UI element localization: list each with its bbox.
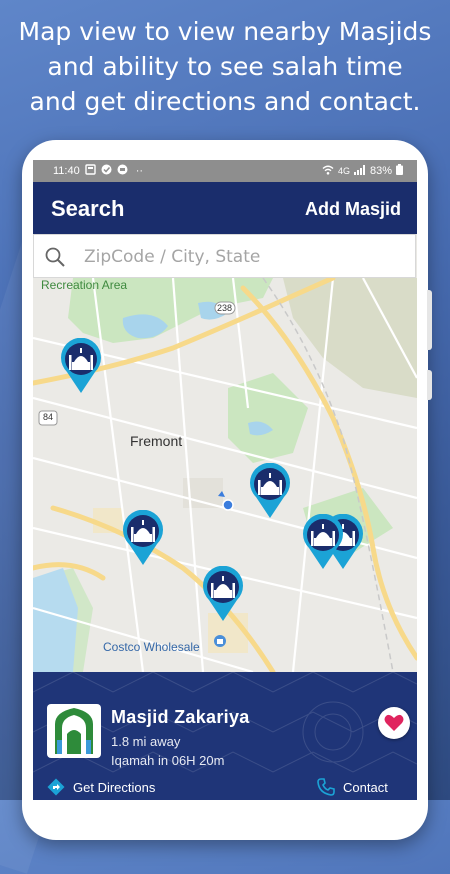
masjid-pin[interactable] — [59, 337, 103, 394]
promo-headline: Map view to view nearby Masjids and abil… — [0, 14, 450, 119]
route-84-label: 84 — [43, 412, 54, 422]
contact-button[interactable]: Contact — [317, 778, 388, 796]
headline-line-1: Map view to view nearby Masjids — [18, 17, 432, 46]
phone-side-button — [427, 370, 432, 400]
masjid-logo — [47, 704, 101, 758]
directions-icon — [47, 778, 65, 796]
signal-icon — [353, 164, 366, 178]
headline-line-3: and get directions and contact. — [29, 87, 421, 116]
iqamah-countdown: Iqamah in 06H 20m — [111, 753, 224, 768]
map-label-recreation-area: Recreation Area — [41, 278, 128, 292]
app-screen: 11:40 ·· 4G 83% Search Add Masjid ZipCod… — [33, 160, 417, 800]
favorite-button[interactable] — [378, 707, 410, 739]
status-time: 11:40 — [53, 165, 80, 177]
get-directions-button[interactable]: Get Directions — [47, 778, 155, 796]
battery-icon — [396, 164, 403, 178]
masjid-name: Masjid Zakariya — [111, 707, 250, 727]
iqamah-label: Iqamah in — [111, 753, 169, 768]
search-bar — [33, 234, 416, 278]
network-label: 4G — [337, 166, 350, 176]
map-label-city: Fremont — [130, 433, 183, 449]
phone-side-button — [427, 290, 432, 350]
masjid-detail-card[interactable]: Masjid Zakariya 1.8 mi away Iqamah in 06… — [33, 672, 417, 800]
contact-label: Contact — [343, 779, 388, 795]
map-view[interactable]: Recreation Area Fremont Costco Wholesale… — [33, 278, 417, 672]
status-right: 4G 83% — [322, 164, 403, 178]
app-icon — [117, 164, 128, 178]
masjid-pin[interactable] — [121, 509, 165, 566]
masjid-pin[interactable] — [301, 513, 345, 570]
search-input[interactable] — [82, 243, 406, 271]
wifi-icon — [322, 165, 334, 178]
masjid-distance: 1.8 mi away — [111, 734, 181, 749]
headline-line-2: and ability to see salah time — [47, 52, 403, 81]
status-bar: 11:40 ·· 4G 83% — [33, 160, 417, 182]
masjid-pin[interactable] — [248, 462, 292, 519]
status-dots: ·· — [135, 165, 144, 177]
get-directions-label: Get Directions — [73, 779, 156, 795]
iqamah-time: 06H 20m — [171, 753, 225, 768]
verified-icon — [101, 164, 112, 178]
search-icon[interactable] — [44, 246, 66, 273]
heart-icon — [384, 714, 404, 731]
add-masjid-button[interactable]: Add Masjid — [305, 199, 401, 220]
map-label-store: Costco Wholesale — [103, 640, 200, 654]
page-title: Search — [51, 196, 125, 221]
masjid-pin[interactable] — [201, 565, 245, 622]
notification-icon — [85, 164, 96, 178]
battery-percent: 83% — [369, 165, 392, 177]
app-bar: Search Add Masjid — [33, 182, 417, 234]
route-238-label: 238 — [217, 303, 233, 313]
phone-icon — [317, 778, 335, 796]
